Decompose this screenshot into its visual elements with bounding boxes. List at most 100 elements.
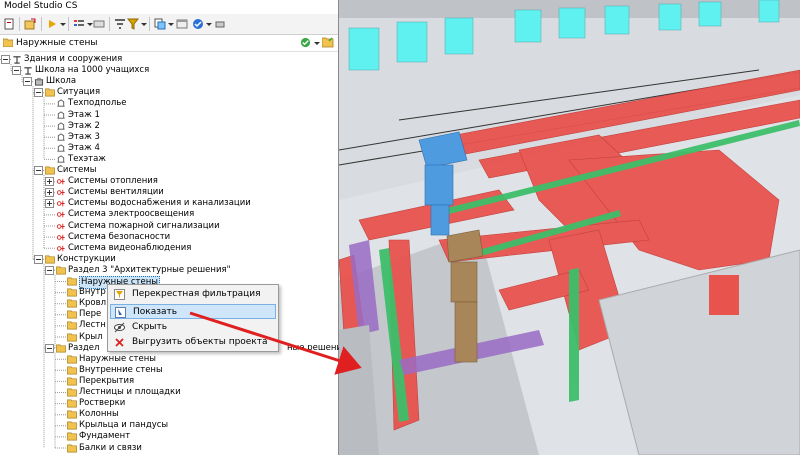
window-icon[interactable] xyxy=(176,18,188,30)
tree-item[interactable]: Конструкции xyxy=(0,254,338,265)
menu-item-label: Скрыть xyxy=(132,322,168,332)
copy-dropdown-icon[interactable] xyxy=(168,23,174,26)
folder-icon xyxy=(45,166,55,175)
tree-item-label: Техэтаж xyxy=(68,153,106,164)
tree-item[interactable]: Этаж 2 xyxy=(0,121,338,132)
copy-icon[interactable] xyxy=(154,18,166,30)
folder-icon xyxy=(67,377,77,386)
collapse-icon[interactable] xyxy=(34,166,43,175)
tree-item[interactable]: Колонны xyxy=(0,409,338,420)
check-dropdown-icon[interactable] xyxy=(206,23,212,26)
tree-item[interactable]: Фундамент xyxy=(0,431,338,442)
expand-icon[interactable] xyxy=(45,188,54,198)
tree-item[interactable]: Здания и сооружения xyxy=(0,54,338,65)
tree-item[interactable]: Системы вентиляции xyxy=(0,187,338,198)
level-icon xyxy=(57,133,65,141)
hide-icon xyxy=(114,322,125,333)
collapse-icon[interactable] xyxy=(34,254,43,264)
new-document-icon[interactable] xyxy=(3,18,15,30)
filter-dropdown-icon[interactable] xyxy=(141,23,147,26)
folder-icon xyxy=(67,310,77,319)
properties-icon[interactable] xyxy=(93,18,105,30)
context-menu: Перекрестная фильтрация Показать Скрыть … xyxy=(107,284,279,352)
level-icon xyxy=(57,121,65,130)
collapse-icon[interactable] xyxy=(1,55,10,64)
run-dropdown-icon[interactable] xyxy=(60,23,66,26)
tree-root-icon xyxy=(13,56,21,64)
tree-item[interactable]: Системы xyxy=(0,165,338,176)
collapse-icon[interactable] xyxy=(12,66,21,76)
tree-item[interactable]: Система пожарной сигнализации xyxy=(0,221,338,232)
menu-item-hide[interactable]: Скрыть xyxy=(110,320,276,335)
tree-item-label: Лестн xyxy=(79,320,106,331)
filter-icon[interactable] xyxy=(127,18,139,30)
tree-item[interactable]: Ростверки xyxy=(0,398,338,409)
run-icon[interactable] xyxy=(46,18,58,30)
tree-item[interactable]: Наружные стены xyxy=(0,354,338,365)
tree-item-label: Здания и сооружения xyxy=(24,54,123,64)
tree-item[interactable]: Системы отопления xyxy=(0,176,338,187)
tree-item-label: Этаж 2 xyxy=(68,120,100,131)
tree-item-label: Школа xyxy=(46,76,77,87)
folder-icon xyxy=(67,444,77,452)
tree-item-label: Колонны xyxy=(79,409,119,420)
collapse-icon[interactable] xyxy=(34,88,43,98)
tree-item-label: Крыльца и пандусы xyxy=(79,420,169,431)
collapse-icon[interactable] xyxy=(45,265,54,275)
tree-item[interactable]: Системы водоснабжения и канализации xyxy=(0,198,338,209)
tree-item[interactable]: Раздел 3 "Архитектурные решения" xyxy=(0,265,338,276)
tree-item[interactable]: Этаж 1 xyxy=(0,110,338,121)
tree-item[interactable]: Перекрытия xyxy=(0,376,338,387)
tree-item-label: Лестницы и площадки xyxy=(79,387,181,397)
folder-icon xyxy=(67,399,77,408)
tree-item-label: Раздел 3 "Архитектурные решения" xyxy=(68,264,231,275)
filter-dropdown-icon[interactable] xyxy=(314,42,320,45)
list-view-icon[interactable] xyxy=(73,18,85,30)
expand-icon[interactable] xyxy=(45,199,54,209)
sort-icon[interactable] xyxy=(114,18,126,30)
collapse-icon[interactable] xyxy=(23,77,32,87)
tree-item[interactable]: Внутренние стены xyxy=(0,365,338,376)
tree-item[interactable]: Этаж 3 xyxy=(0,132,338,143)
folder-icon xyxy=(67,277,77,286)
menu-item-label: Показать xyxy=(133,307,178,317)
menu-item-cross-filter[interactable]: Перекрестная фильтрация xyxy=(110,287,276,302)
tree-item[interactable]: Техподполье xyxy=(0,98,338,109)
tree-item[interactable]: Школа xyxy=(0,76,338,87)
system-icon xyxy=(56,223,65,229)
tree-item-label: Системы водоснабжения и канализации xyxy=(68,198,251,209)
settings-icon[interactable] xyxy=(214,18,226,30)
system-icon xyxy=(56,189,65,196)
tree-item[interactable]: Лестницы и площадки xyxy=(0,387,338,398)
tree-item[interactable]: Балки и связи xyxy=(0,443,338,454)
filter-bar[interactable]: Наружные стены xyxy=(0,35,338,52)
folder-icon xyxy=(67,355,77,364)
system-icon xyxy=(56,178,65,185)
tree-item[interactable]: Система электроосвещения xyxy=(0,209,338,220)
import-icon[interactable] xyxy=(24,18,36,30)
apply-filter-icon[interactable] xyxy=(300,37,311,48)
tree-item-label: Перекрытия xyxy=(79,375,135,386)
tree-item-label: Балки и связи xyxy=(79,442,142,453)
tree-item-label: Система пожарной сигнализации xyxy=(68,220,220,231)
menu-item-show[interactable]: Показать xyxy=(110,304,276,319)
tree-item[interactable]: Школа на 1000 учащихся xyxy=(0,65,338,76)
tree-item-label: Системы xyxy=(57,165,97,175)
tree-item-label: Крыл xyxy=(79,331,103,342)
tree-item-label: Системы вентиляции xyxy=(68,187,164,198)
expand-icon[interactable] xyxy=(45,177,54,187)
tree-item[interactable]: Система видеонаблюдения xyxy=(0,243,338,254)
tree-item[interactable]: Ситуация xyxy=(0,87,338,98)
open-folder-icon[interactable] xyxy=(322,37,334,48)
check-circle-icon[interactable] xyxy=(192,18,204,30)
tree-item[interactable]: Крыльца и пандусы xyxy=(0,420,338,431)
tree-item[interactable]: Этаж 4 xyxy=(0,143,338,154)
system-icon xyxy=(56,234,65,240)
tree-item[interactable]: Техэтаж xyxy=(0,154,338,165)
menu-item-export-project-objects[interactable]: Выгрузить объекты проекта xyxy=(110,335,276,350)
tree-item[interactable]: Система безопасности xyxy=(0,232,338,243)
model-3d-viewport[interactable] xyxy=(339,0,800,455)
collapse-icon[interactable] xyxy=(45,343,54,353)
show-icon xyxy=(115,307,126,318)
system-icon xyxy=(56,245,65,251)
